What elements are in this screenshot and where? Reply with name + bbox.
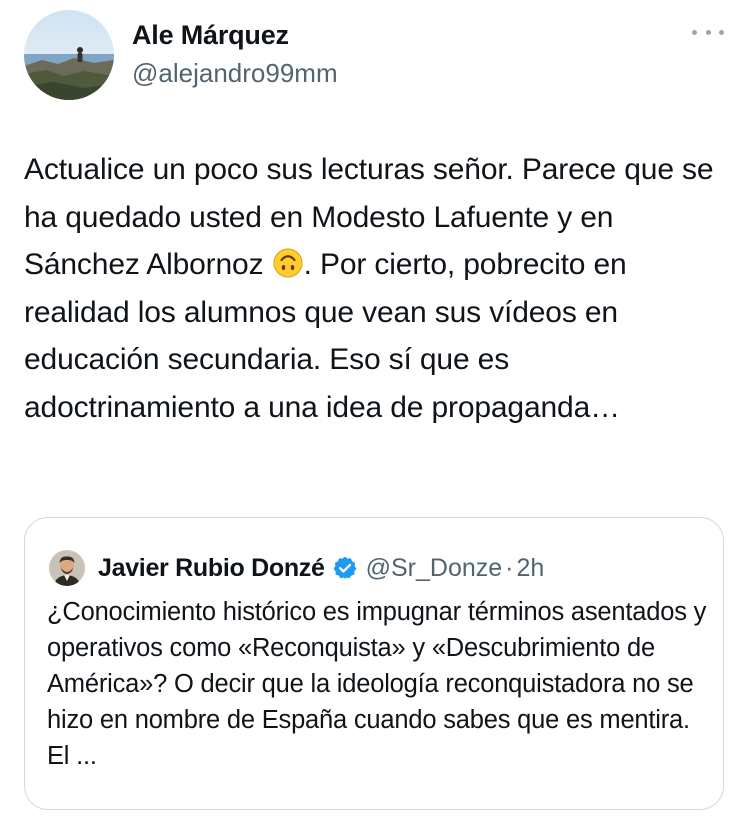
upside-down-face-icon [273, 248, 303, 278]
quote-timestamp[interactable]: 2h [517, 554, 545, 583]
quote-author-avatar[interactable] [49, 550, 85, 586]
separator-dot: · [505, 553, 514, 582]
more-dot [705, 29, 711, 35]
more-dot [692, 29, 697, 35]
quote-avatar-image [49, 550, 85, 586]
verified-badge-icon [333, 556, 356, 579]
quoted-tweet-card[interactable]: Javier Rubio Donzé @Sr_Donze · 2h ¿Conoc… [24, 517, 724, 810]
quote-author-handle[interactable]: @Sr_Donze [366, 554, 503, 583]
author-name[interactable]: Ale Márquez [132, 20, 289, 51]
author-handle[interactable]: @alejandro99mm [132, 58, 338, 89]
author-avatar-image [24, 10, 114, 100]
more-dot [719, 29, 724, 35]
tweet-text: Actualice un poco sus lecturas señor. Pa… [24, 146, 724, 431]
quote-author-name[interactable]: Javier Rubio Donzé [98, 554, 325, 583]
more-options-icon[interactable] [692, 22, 724, 42]
quote-header: Javier Rubio Donzé @Sr_Donze · 2h [98, 550, 544, 586]
author-avatar[interactable] [24, 10, 114, 100]
quote-text: ¿Conocimiento histórico es impugnar térm… [47, 598, 707, 770]
